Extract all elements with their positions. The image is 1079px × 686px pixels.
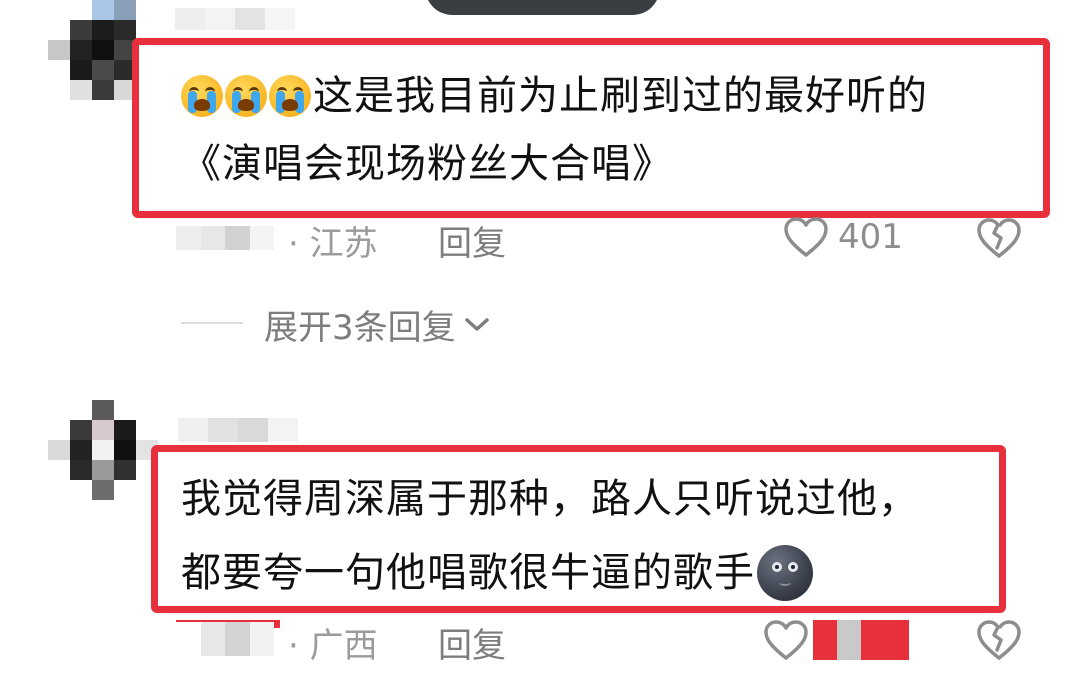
- chevron-down-icon: [464, 317, 489, 331]
- comment-text: 《演唱会现场粉丝大合唱》: [181, 141, 673, 187]
- broken-heart-icon: [977, 218, 1021, 258]
- broken-heart-icon: [977, 620, 1021, 660]
- like-button[interactable]: 401: [782, 215, 903, 259]
- username-mosaic[interactable]: [175, 8, 295, 30]
- new-moon-face-icon: [757, 545, 813, 601]
- heart-icon: [764, 620, 808, 660]
- crying-face-icon: [181, 75, 223, 117]
- crying-face-icon: [225, 75, 267, 117]
- comment-text-line: 都要夸一句他唱歌很牛逼的歌手: [181, 545, 813, 601]
- dislike-button[interactable]: [975, 618, 1023, 666]
- expand-replies-label: 展开3条回复: [264, 308, 456, 348]
- timestamp-mosaic: [176, 622, 274, 656]
- timestamp-mosaic: [176, 226, 274, 250]
- dislike-button[interactable]: [975, 216, 1023, 264]
- comment-text-line: 《演唱会现场粉丝大合唱》: [181, 140, 673, 188]
- comment-highlight-box: [132, 38, 1050, 218]
- top-overlay-pill: [425, 0, 660, 15]
- comment-text-line: 这是我目前为止刷到过的最好听的: [181, 72, 928, 120]
- like-count-mosaic: [813, 620, 909, 660]
- location-label: · 广西: [288, 626, 378, 666]
- crying-face-icon: [269, 75, 311, 117]
- location-label: · 江苏: [288, 224, 378, 264]
- avatar[interactable]: [48, 400, 158, 500]
- comment-text: 我觉得周深属于那种，路人只听说过他，: [181, 476, 919, 522]
- comment-text: 这是我目前为止刷到过的最好听的: [313, 73, 928, 119]
- comment-text-line: 我觉得周深属于那种，路人只听说过他，: [181, 475, 919, 523]
- reply-button[interactable]: 回复: [438, 618, 506, 667]
- like-count: 401: [838, 217, 903, 257]
- username-mosaic[interactable]: [178, 418, 298, 442]
- comment-text: 都要夸一句他唱歌很牛逼的歌手: [181, 550, 755, 596]
- like-button[interactable]: [762, 618, 810, 666]
- heart-icon: [784, 217, 828, 257]
- reply-button[interactable]: 回复: [438, 216, 506, 265]
- expand-replies-button[interactable]: 展开3条回复: [264, 300, 492, 349]
- expand-divider: [181, 322, 243, 324]
